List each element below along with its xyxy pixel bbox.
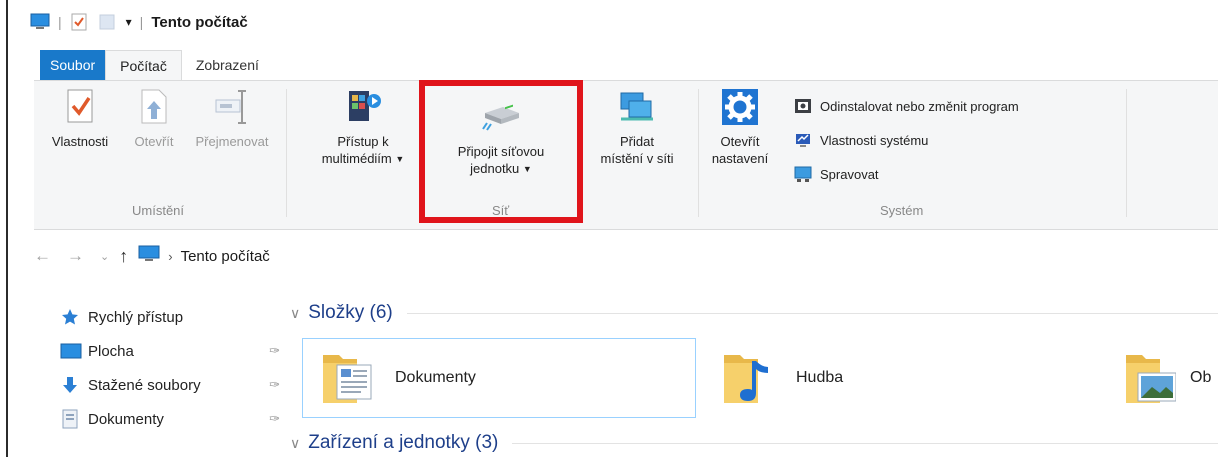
group-label-location: Umístění [132, 203, 185, 218]
nav-label: Rychlý přístup [88, 308, 184, 326]
rename-label: Přejmenovat [195, 134, 269, 149]
devices-section-title: Zařízení a jednotky (3) [308, 432, 499, 453]
media-server-icon [343, 87, 383, 127]
group-separator [286, 89, 287, 217]
navigation-pane: Rychlý přístup Plocha ✑ Stažené soubory … [60, 300, 280, 436]
system-properties-label: Vlastnosti systému [820, 132, 929, 148]
manage-label: Spravovat [820, 166, 879, 182]
star-icon [60, 307, 82, 327]
breadcrumb-current[interactable]: Tento počítač [181, 248, 270, 265]
open-settings-button[interactable]: Otevřít nastavení [704, 87, 776, 167]
folder-documents-icon [321, 349, 373, 407]
collapse-chevron-icon[interactable]: ∨ [290, 305, 300, 322]
address-path[interactable]: › Tento počítač [138, 245, 270, 267]
folder-pictures-icon [1124, 349, 1177, 407]
nav-label: Stažené soubory [88, 376, 201, 394]
system-properties-item[interactable]: Vlastnosti systému [794, 131, 928, 149]
title-separator: | [58, 14, 62, 30]
folder-tile-pictures[interactable]: Ob [1122, 338, 1218, 418]
folder-tile-music[interactable]: Hudba [718, 338, 1018, 418]
pin-icon[interactable]: ✑ [269, 377, 280, 393]
folder-name: Ob [1190, 369, 1212, 386]
ribbon-tabs: Soubor Počítač Zobrazení [40, 50, 273, 80]
document-icon [60, 409, 82, 429]
title-separator: | [139, 14, 144, 30]
uninstall-program-icon [794, 97, 814, 115]
media-access-label-1: Přístup k [337, 134, 389, 149]
title-bar: | ▾ | Tento počítač [30, 8, 248, 36]
tab-file[interactable]: Soubor [40, 50, 106, 80]
desktop-icon [60, 341, 82, 361]
properties-button[interactable]: Vlastnosti [36, 87, 124, 150]
computer-icon [138, 245, 160, 267]
properties-label: Vlastnosti [51, 134, 109, 149]
folder-music-icon [722, 349, 774, 407]
up-arrow-icon[interactable]: ↑ [119, 246, 128, 267]
recent-locations-chevron-icon[interactable]: ⌄ [100, 250, 109, 263]
group-separator [1126, 89, 1127, 217]
network-location-icon [617, 87, 657, 127]
nav-label: Dokumenty [88, 410, 164, 428]
add-network-location-label-2: místění v síti [600, 151, 674, 166]
nav-item-downloads[interactable]: Stažené soubory ✑ [60, 368, 280, 402]
add-network-location-button[interactable]: Přidat místění v síti [582, 87, 692, 167]
download-arrow-icon [60, 375, 82, 395]
open-icon [134, 87, 174, 127]
devices-section-header[interactable]: ∨ Zařízení a jednotky (3) [290, 432, 1218, 454]
uninstall-program-item[interactable]: Odinstalovat nebo změnit program [794, 97, 1019, 115]
nav-label: Plocha [88, 342, 134, 360]
new-folder-quick-icon[interactable] [98, 13, 118, 31]
folders-section-title: Složky (6) [308, 302, 393, 323]
group-label-system: Systém [880, 203, 924, 218]
open-settings-label-1: Otevřít [720, 134, 760, 149]
quick-access-dropdown-icon[interactable]: ▾ [126, 15, 132, 29]
folder-tile-documents[interactable]: Dokumenty [302, 338, 696, 418]
dropdown-arrow-icon: ▼ [395, 154, 405, 165]
media-access-button[interactable]: Přístup k multimédiím ▼ [304, 87, 422, 168]
nav-item-documents[interactable]: Dokumenty ✑ [60, 402, 280, 436]
open-settings-label-2: nastavení [711, 151, 769, 166]
tab-computer[interactable]: Počítač [105, 50, 182, 80]
pin-icon[interactable]: ✑ [269, 411, 280, 427]
ribbon: Vlastnosti Otevřít Přejmenovat Umístění … [34, 80, 1218, 230]
nav-item-quick-access[interactable]: Rychlý přístup [60, 300, 280, 334]
highlight-box [419, 80, 583, 223]
collapse-chevron-icon[interactable]: ∨ [290, 435, 300, 452]
window-title: Tento počítač [151, 13, 248, 31]
folders-section-header[interactable]: ∨ Složky (6) [290, 302, 1218, 324]
uninstall-program-label: Odinstalovat nebo změnit program [820, 98, 1019, 114]
settings-gear-icon [720, 87, 760, 127]
folder-name: Hudba [796, 369, 844, 386]
section-divider [512, 442, 1218, 444]
media-access-label-2: multimédiím [321, 151, 392, 166]
address-bar: ← → ⌄ ↑ › Tento počítač [34, 238, 1218, 274]
system-properties-icon [794, 131, 814, 149]
nav-item-desktop[interactable]: Plocha ✑ [60, 334, 280, 368]
open-label: Otevřít [134, 134, 174, 149]
section-divider [406, 312, 1218, 314]
group-separator [698, 89, 699, 217]
pin-icon[interactable]: ✑ [269, 343, 280, 359]
properties-quick-icon[interactable] [70, 13, 90, 31]
manage-icon [794, 165, 814, 183]
breadcrumb-chevron-icon[interactable]: › [168, 249, 172, 264]
rename-button[interactable]: Přejmenovat [186, 87, 278, 150]
manage-item[interactable]: Spravovat [794, 165, 879, 183]
tab-view[interactable]: Zobrazení [182, 50, 273, 80]
properties-icon [60, 87, 100, 127]
open-button[interactable]: Otevřít [126, 87, 182, 150]
add-network-location-label-1: Přidat [620, 134, 654, 149]
forward-arrow-icon[interactable]: → [67, 246, 84, 266]
window-left-edge [0, 0, 8, 457]
rename-icon [212, 87, 252, 127]
back-arrow-icon[interactable]: ← [34, 246, 51, 266]
computer-icon [30, 13, 50, 31]
folder-name: Dokumenty [395, 369, 476, 386]
